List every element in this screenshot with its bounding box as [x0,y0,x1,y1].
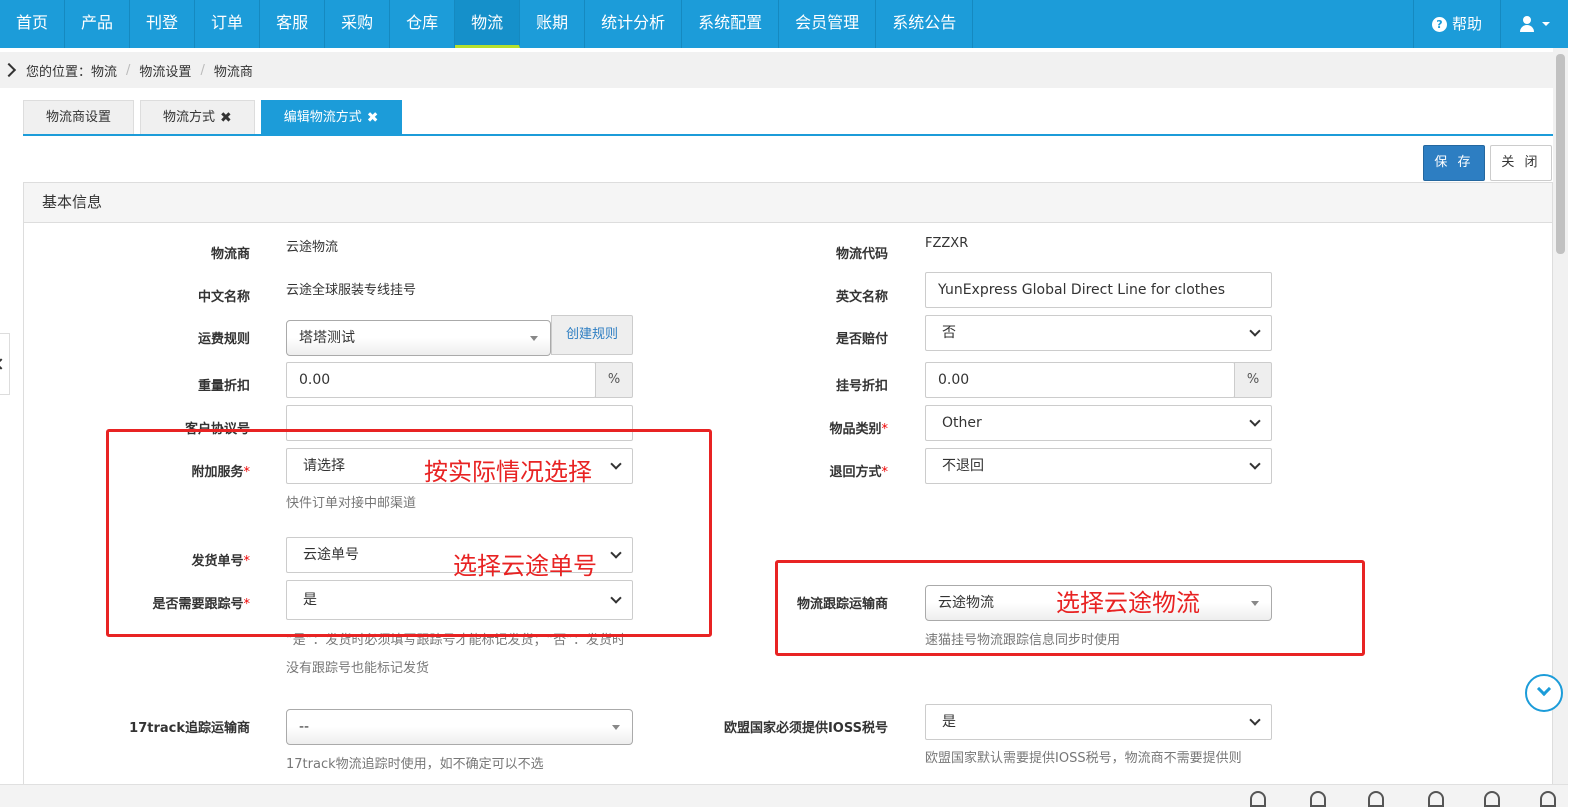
reg-discount-label: 挂号折扣 [835,379,888,394]
close-button[interactable]: 关 闭 [1490,145,1552,181]
tab-edit-logistics-method[interactable]: 编辑物流方式 ✖ [260,100,402,135]
create-rule-button[interactable]: 创建规则 [551,315,633,355]
breadcrumb-prefix: 您的位置： [26,64,92,80]
chevron-down-icon [1249,458,1261,470]
breadcrumb-separator: / [200,62,205,78]
chevron-right-icon[interactable] [1,62,17,78]
annotation-select-yuntu-logistics: 选择云途物流 [1056,589,1200,617]
chevron-down-icon [1249,325,1261,337]
percent-addon: % [1234,362,1272,398]
track17-value: -- [299,719,310,735]
question-circle-icon: ? [1431,16,1447,32]
nav-item-products[interactable]: 产品 [65,0,131,48]
scroll-down-button[interactable] [1525,674,1563,712]
breadcrumb-separator: / [126,62,131,78]
cn-name-label: 中文名称 [197,290,250,305]
en-name-label: 英文名称 [835,290,888,305]
nav-item-members[interactable]: 会员管理 [779,0,877,48]
tab-bar: 物流商设置 物流方式 ✖ 编辑物流方式 ✖ [23,100,1568,136]
tab-logistics-method[interactable]: 物流方式 ✖ [140,100,255,134]
close-icon[interactable]: ✖ [220,101,232,135]
chevron-down-icon [1536,681,1552,697]
item-category-value: Other [942,415,982,431]
nav-item-statistics[interactable]: 统计分析 [585,0,683,48]
chevron-left-icon [0,358,7,370]
track17-label: 17track追踪运输商 [129,721,250,736]
ioss-label: 欧盟国家必须提供IOSS税号 [723,721,888,736]
bottom-toolbar [0,784,1568,807]
breadcrumb-item-carrier: 物流商 [213,64,253,80]
scrollbar-thumb[interactable] [1556,54,1565,254]
ioss-hint: 欧盟国家默认需要提供IOSS税号，物流商不需要提供则 [925,751,1242,766]
caret-down-icon [612,725,620,730]
nav-item-announcements[interactable]: 系统公告 [876,0,974,48]
track17-select[interactable]: -- [286,709,633,745]
user-menu[interactable] [1500,0,1568,48]
breadcrumb-item-logistics-settings: 物流设置 [139,64,192,80]
ioss-value: 是 [942,714,956,730]
nav-item-system-config[interactable]: 系统配置 [682,0,780,48]
nav-item-home[interactable]: 首页 [0,0,66,48]
search-icon[interactable] [1540,791,1556,807]
nav-item-orders[interactable]: 订单 [195,0,261,48]
close-icon[interactable]: ✖ [367,101,379,135]
caret-down-icon [530,336,538,341]
trash-icon[interactable] [1368,791,1384,807]
freight-rule-value: 塔塔测试 [299,330,355,346]
nav-item-customer-service[interactable]: 客服 [260,0,326,48]
nav-item-warehouse[interactable]: 仓库 [390,0,456,48]
panel-title: 基本信息 [24,183,1552,223]
annotation-box-left [106,429,712,637]
help-link[interactable]: ? 帮助 [1412,0,1500,48]
nav-item-listing[interactable]: 刊登 [130,0,196,48]
nav-item-billing[interactable]: 账期 [520,0,586,48]
sidebar-toggle[interactable] [0,333,10,395]
reg-discount-input[interactable]: 0.00 [925,362,1235,398]
compensation-label: 是否赔付 [835,332,888,347]
weight-discount-label: 重量折扣 [197,379,250,394]
nav-item-purchase[interactable]: 采购 [325,0,391,48]
help-label: 帮助 [1451,15,1482,33]
chevron-down-icon [1249,415,1261,427]
tab-label: 物流方式 [163,109,216,125]
cn-name-value: 云途全球服装专线挂号 [286,283,417,298]
carrier-label: 物流商 [210,247,250,262]
weight-discount-input[interactable]: 0.00 [286,362,596,398]
top-nav: 首页 产品 刊登 订单 客服 采购 仓库 物流 账期 统计分析 系统配置 会员管… [0,0,1568,48]
caret-down-icon [1542,22,1550,26]
heart-icon[interactable] [1310,791,1326,807]
code-label: 物流代码 [835,247,888,262]
nav-item-logistics[interactable]: 物流 [455,0,521,48]
percent-addon: % [595,362,633,398]
window-icon[interactable] [1484,791,1500,807]
breadcrumb-item-logistics: 物流 [91,64,118,80]
tab-label: 物流商设置 [46,109,112,125]
user-icon [1519,16,1535,32]
compensation-select[interactable]: 否 [925,315,1272,351]
annotation-select-yuntu-no: 选择云途单号 [453,552,597,580]
breadcrumb: 您的位置： 物流 / 物流设置 / 物流商 [0,52,1553,88]
annotation-select-actual: 按实际情况选择 [424,458,592,486]
tab-label: 编辑物流方式 [283,109,362,125]
save-button[interactable]: 保 存 [1423,145,1485,181]
freight-rule-select[interactable]: 塔塔测试 [286,320,551,356]
return-method-value: 不退回 [942,458,984,474]
ioss-select[interactable]: 是 [925,704,1272,740]
code-value: FZZXR [925,236,969,251]
freight-rule-label: 运费规则 [197,332,250,347]
carrier-value: 云途物流 [286,240,339,255]
tab-carrier-settings[interactable]: 物流商设置 [23,100,135,134]
bottom-icon[interactable] [1250,791,1266,807]
track17-hint: 17track物流追踪时使用，如不确定可以不选 [286,757,544,772]
return-method-select[interactable]: 不退回 [925,448,1272,484]
chevron-down-icon [1249,714,1261,726]
compensation-value: 否 [942,325,956,341]
share-icon[interactable] [1428,791,1444,807]
item-category-select[interactable]: Other [925,405,1272,441]
en-name-input[interactable]: YunExpress Global Direct Line for clothe… [925,272,1272,308]
